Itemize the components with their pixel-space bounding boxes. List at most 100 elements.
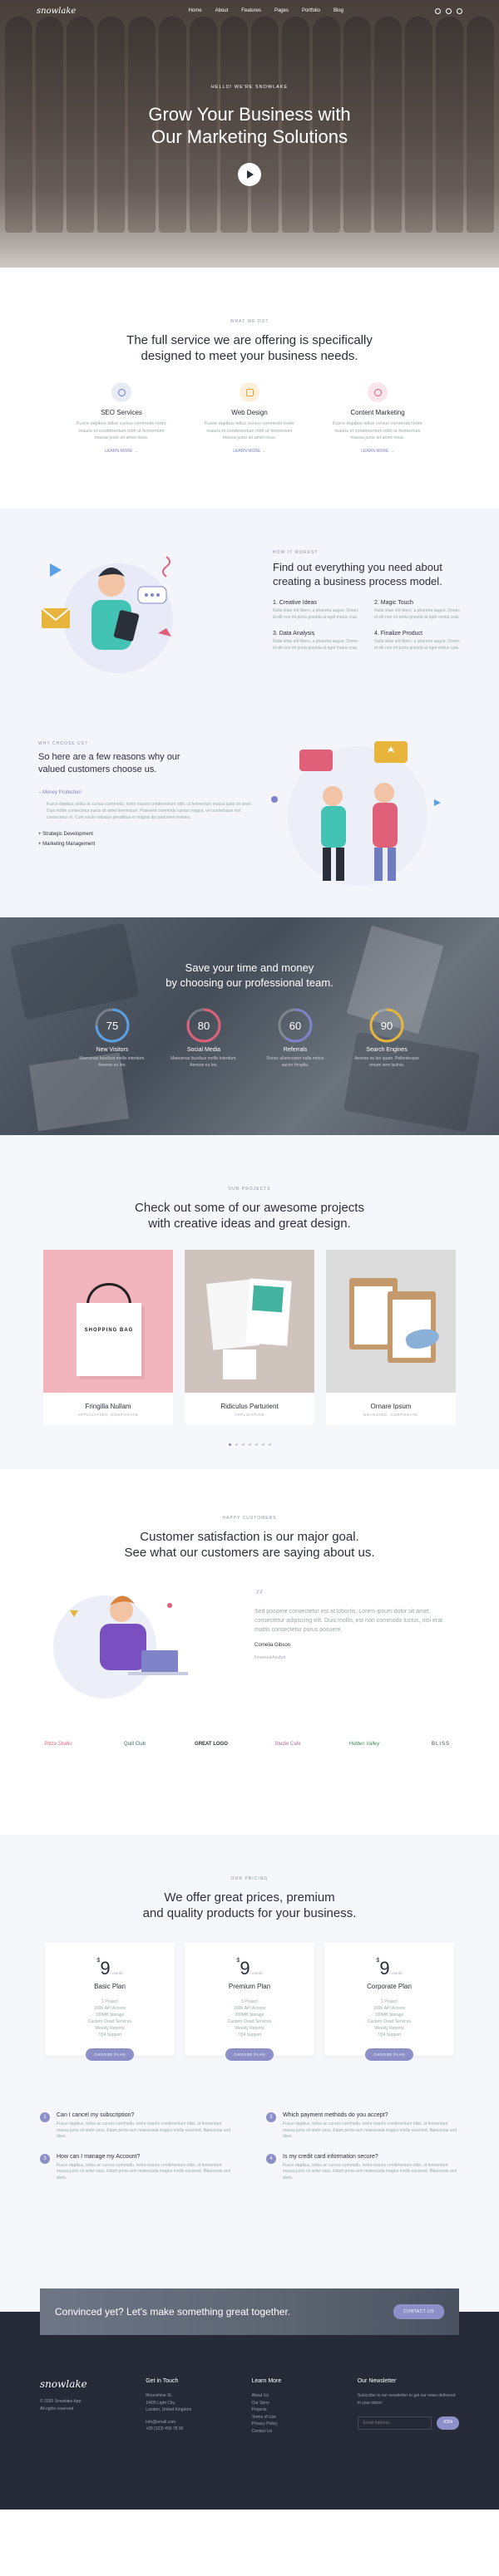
faq-number: 3 [40, 2153, 50, 2164]
join-button[interactable]: JOIN [436, 2416, 459, 2430]
stat-item: 75 New Visitors Maecenas faucibus mollis… [79, 1007, 146, 1069]
service-card: Web Design Fusce dapibus tellus cursus c… [200, 382, 299, 454]
client-logo: Quill Club [123, 1742, 146, 1747]
project-card[interactable]: Ridiculus Parturient APPLICATION [185, 1250, 314, 1425]
bag-print: SHOPPING BAG [84, 1328, 134, 1333]
carousel-dot[interactable] [235, 1443, 238, 1446]
project-card[interactable]: SHOPPING BAG Fringilla Nullam APPLICATIO… [43, 1250, 173, 1425]
choose-plan-button[interactable]: CHOOSE PLAN [85, 2048, 134, 2061]
nav-blog[interactable]: Blog [333, 8, 343, 13]
client-logo: GREAT LOGO [195, 1742, 228, 1747]
project-title: Ornare Ipsum [370, 1403, 412, 1410]
choose-plan-button[interactable]: CHOOSE PLAN [364, 2048, 413, 2061]
accordion-item-marketing-management[interactable]: + Marketing Management [38, 839, 254, 849]
accordion-item-money-protection[interactable]: – Money Protection [38, 788, 254, 798]
hero-kicker: HELLO! WE'RE SNOWLAKE [210, 85, 289, 90]
carousel-dot[interactable] [248, 1443, 251, 1446]
progress-ring: 75 [94, 1007, 131, 1044]
play-icon [247, 170, 254, 179]
copyright: © 2020 Snowlake App. [40, 2399, 82, 2404]
testimonial-text: Sed posuere consectetur est at lobortis.… [254, 1609, 443, 1633]
nav-portfolio[interactable]: Portfolio [302, 8, 320, 13]
project-title: Fringilla Nullam [85, 1403, 131, 1410]
carousel-dot[interactable] [254, 1443, 258, 1446]
nav-pages[interactable]: Pages [274, 8, 289, 13]
facebook-icon[interactable] [446, 7, 452, 14]
newsletter-email-input[interactable] [357, 2416, 432, 2430]
project-title: Ridiculus Parturient [220, 1403, 279, 1410]
footer-links: Learn More About Us Our Story Projects T… [251, 2378, 340, 2435]
project-image-clipboards [326, 1250, 456, 1393]
section-title: Customer satisfaction is our major goal.… [124, 1530, 375, 1560]
carousel-dot[interactable] [268, 1443, 271, 1446]
services-section: WHAT WE DO? The full service we are offe… [0, 268, 499, 509]
learn-more-link[interactable]: LEARN MORE → [200, 449, 299, 454]
footer-phone: +00 (123) 456 78 90 [146, 2426, 184, 2431]
accordion-item-strategic-development[interactable]: + Strategic Development [38, 829, 254, 839]
brand-logo[interactable]: snowlake [37, 7, 76, 16]
pricing-card: $9/ month Premium Plan 5 Project 100K API… [185, 1943, 314, 2061]
social-icons [435, 7, 462, 14]
faq-item: 2 Which payment methods do you accept? Fus… [266, 2112, 459, 2141]
carousel-dot[interactable] [261, 1443, 264, 1446]
nav-home[interactable]: Home [189, 8, 202, 13]
dribbble-icon[interactable] [457, 7, 462, 14]
faq-number: 1 [40, 2112, 50, 2122]
footer-link[interactable]: Terms of Use [251, 2414, 340, 2421]
stat-title: Referrals [283, 1047, 308, 1053]
learn-more-link[interactable]: LEARN MORE → [328, 449, 427, 454]
newsletter-text: Subscribe to our newsletter to get our n… [357, 2393, 456, 2406]
footer-contact: Get in Touch Moonshine St. 14/05 Light C… [146, 2378, 235, 2435]
faq-answer: Fusce dapibus, tellus ac cursus commodo,… [57, 2121, 230, 2139]
cta-section: Convinced yet? Let's make something grea… [0, 2270, 499, 2353]
footer-heading: Learn More [251, 2378, 282, 2384]
faq-section: 1 Can I cancel my subscription? Fusce dapi… [0, 2109, 499, 2270]
faq-question: Is my credit card information secure? [283, 2153, 378, 2160]
carousel-dot[interactable] [228, 1443, 231, 1446]
nav-about[interactable]: About [215, 8, 229, 13]
plan-price: $9/ month [236, 1958, 263, 1979]
nav-features[interactable]: Features [241, 8, 261, 13]
service-title: Content Marketing [350, 409, 405, 416]
choose-plan-button[interactable]: CHOOSE PLAN [225, 2048, 274, 2061]
contact-us-button[interactable]: CONTACT US [393, 2304, 444, 2319]
footer-link[interactable]: Contact Us [251, 2428, 340, 2436]
process-step: 1. Creative Ideas Nulla vitae elit libero… [273, 600, 358, 620]
faq-answer: Fusce dapibus, tellus ac cursus commodo,… [57, 2162, 230, 2180]
faq-answer: Fusce dapibus, tellus ac cursus commodo,… [283, 2121, 457, 2139]
stat-text: Maecenas faucibus mollis interdum. Aenea… [79, 1056, 146, 1068]
footer-link[interactable]: Our Story [251, 2400, 340, 2407]
cta-title: Convinced yet? Let's make something grea… [55, 2306, 291, 2318]
footer-link[interactable]: About Us [251, 2392, 340, 2400]
carousel-dot[interactable] [241, 1443, 245, 1446]
service-title: Web Design [231, 409, 268, 416]
process-section: HOW IT WORKS? Find out everything you ne… [0, 509, 499, 700]
footer-brand: snowlake © 2020 Snowlake App. All rights… [40, 2378, 129, 2435]
project-card[interactable]: Ornare Ipsum BRANDING, CORPORATE [326, 1250, 456, 1425]
testimonial-role: Financial Analyst [254, 1655, 286, 1660]
footer-link[interactable]: Projects [251, 2406, 340, 2414]
twitter-icon[interactable] [435, 7, 441, 14]
stats-section: Save your time and money by choosing our … [0, 917, 499, 1135]
progress-ring: 80 [185, 1007, 222, 1044]
carousel-dots [0, 1443, 499, 1446]
process-copy: HOW IT WORKS? Find out everything you ne… [273, 550, 464, 651]
process-illustration [41, 556, 173, 673]
play-video-button[interactable] [238, 163, 261, 186]
camera-icon [368, 382, 388, 402]
footer-link[interactable]: Privacy Policy [251, 2421, 340, 2428]
section-kicker: HOW IT WORKS? [273, 550, 319, 555]
footer-logo[interactable]: snowlake [40, 2378, 129, 2390]
team-illustration [271, 741, 441, 886]
service-text: Fusce dapibus tellus cursus commodo tort… [205, 421, 294, 440]
footer-email[interactable]: info@email.com [146, 2419, 235, 2426]
project-category: BRANDING, CORPORATE [363, 1413, 418, 1417]
section-title: The full service we are offering is spec… [126, 333, 373, 363]
quote-icon: “ [254, 1587, 264, 1608]
stat-text: Maecenas faucibus mollis interdum. Aenea… [170, 1056, 237, 1068]
client-logo: BLISS [431, 1742, 450, 1747]
client-logo: Pizza Studio [44, 1742, 72, 1747]
stat-title: New Visitors [96, 1047, 129, 1053]
testimonial: “ Sed posuere consectetur est at loborti… [254, 1587, 454, 1663]
learn-more-link[interactable]: LEARN MORE → [72, 449, 171, 454]
